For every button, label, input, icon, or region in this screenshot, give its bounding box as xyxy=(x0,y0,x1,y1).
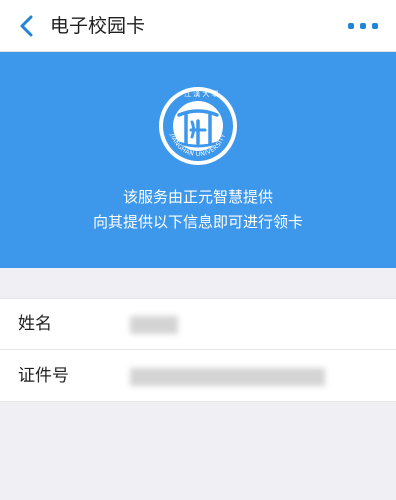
service-banner: JIANGHAN UNIVERSITY 江 漢 大 學 该服务由正元智慧提供 向… xyxy=(0,52,396,268)
id-number-label: 证件号 xyxy=(18,366,69,386)
back-button[interactable] xyxy=(14,12,40,40)
id-number-value[interactable] xyxy=(130,351,325,402)
redacted-block xyxy=(130,316,178,334)
name-row: 姓名 xyxy=(0,299,396,350)
id-number-row: 证件号 xyxy=(0,351,396,402)
info-form: 姓名 证件号 xyxy=(0,298,396,402)
info-request-notice: 向其提供以下信息即可进行领卡 xyxy=(92,213,303,231)
more-button[interactable] xyxy=(348,14,378,38)
more-dots-icon xyxy=(348,23,354,29)
university-seal-logo: JIANGHAN UNIVERSITY 江 漢 大 學 xyxy=(159,87,237,165)
name-value[interactable] xyxy=(130,299,178,350)
navigation-bar: 电子校园卡 xyxy=(0,0,396,52)
svg-text:江 漢 大 學: 江 漢 大 學 xyxy=(184,89,219,98)
redacted-block xyxy=(130,368,325,386)
provider-notice: 该服务由正元智慧提供 xyxy=(122,188,273,206)
name-label: 姓名 xyxy=(18,314,52,334)
chevron-left-icon xyxy=(20,15,33,37)
page-title: 电子校园卡 xyxy=(50,15,146,37)
